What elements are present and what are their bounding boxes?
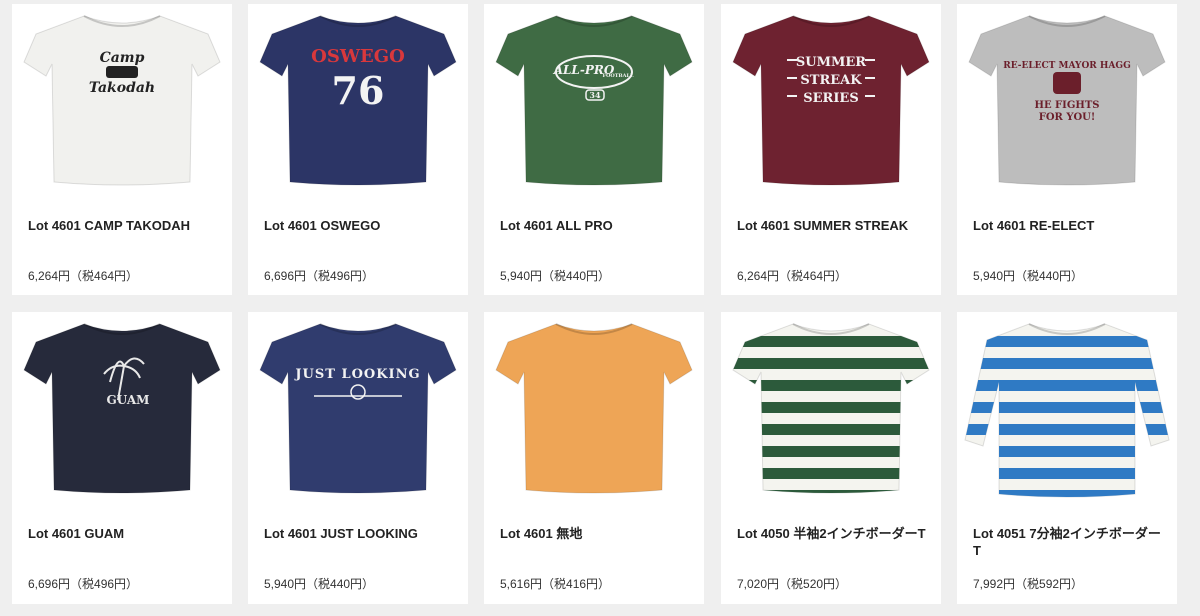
product-image[interactable]: OSWEGO 76: [248, 4, 468, 204]
shirt-graphic-text: SUMMER: [796, 55, 866, 70]
product-title[interactable]: Lot 4050 半袖2インチボーダーT: [737, 525, 931, 542]
product-card[interactable]: RE-ELECT MAYOR HAGG HE FIGHTS FOR YOU! Lot…: [957, 4, 1177, 295]
shirt-graphic-text: FOOTBALL: [602, 73, 634, 79]
shirt-graphic-text: HE FIGHTS: [1035, 100, 1100, 111]
product-title[interactable]: Lot 4601 SUMMER STREAK: [737, 217, 931, 234]
product-image[interactable]: SUMMER STREAK SERIES: [721, 4, 941, 204]
product-title[interactable]: Lot 4051 7分袖2インチボーダーT: [973, 525, 1167, 559]
shirt-body: [259, 323, 457, 494]
tshirt-summer-streak-icon: SUMMER STREAK SERIES: [732, 15, 930, 186]
product-card[interactable]: OSWEGO 76 Lot 4601 OSWEGO 6,696円（税496円）: [248, 4, 468, 295]
product-title[interactable]: Lot 4601 GUAM: [28, 525, 222, 542]
product-title[interactable]: Lot 4601 RE-ELECT: [973, 217, 1167, 234]
shirt-graphic-text: 76: [332, 68, 385, 113]
product-card[interactable]: Camp Takodah Lot 4601 CAMP TAKODAH 6,264円…: [12, 4, 232, 295]
shirt-graphic-text: FOR YOU!: [1039, 112, 1096, 123]
product-image[interactable]: [957, 312, 1177, 512]
tshirt-just-looking-icon: JUST LOOKING: [259, 323, 457, 494]
product-card[interactable]: Lot 4051 7分袖2インチボーダーT 7,992円（税592円）: [957, 312, 1177, 604]
tshirt-plain-icon: [495, 323, 693, 494]
product-card[interactable]: Lot 4050 半袖2インチボーダーT 7,020円（税520円）: [721, 312, 941, 604]
product-price: 7,992円（税592円）: [973, 577, 1084, 591]
product-card[interactable]: SUMMER STREAK SERIES Lot 4601 SUMMER STREA…: [721, 4, 941, 295]
product-image[interactable]: [484, 312, 704, 512]
product-card[interactable]: JUST LOOKING Lot 4601 JUST LOOKING 5,940…: [248, 312, 468, 604]
product-price: 5,940円（税440円）: [264, 577, 375, 591]
shirt-graphic-text: 34: [589, 90, 601, 100]
tshirt-camp-takodah-icon: Camp Takodah: [23, 15, 221, 186]
product-image[interactable]: RE-ELECT MAYOR HAGG HE FIGHTS FOR YOU!: [957, 4, 1177, 204]
shirt-graphic-text: SERIES: [803, 91, 858, 106]
tshirt-stripe-green-icon: [732, 323, 930, 494]
shirt-graphic-text: RE-ELECT MAYOR HAGG: [1003, 61, 1131, 71]
product-price: 5,940円（税440円）: [973, 269, 1084, 283]
product-title[interactable]: Lot 4601 JUST LOOKING: [264, 525, 458, 542]
shirt-graphic-text: STREAK: [800, 73, 862, 88]
shirt-graphic-text: JUST LOOKING: [294, 367, 420, 382]
product-image[interactable]: Camp Takodah: [12, 4, 232, 204]
shirt-graphic-text: OSWEGO: [311, 46, 405, 67]
product-price: 6,264円（税464円）: [737, 269, 848, 283]
tshirt-guam-icon: GUAM: [23, 323, 221, 494]
product-price: 6,696円（税496円）: [28, 577, 139, 591]
product-title[interactable]: Lot 4601 無地: [500, 525, 694, 542]
tshirt-re-elect-icon: RE-ELECT MAYOR HAGG HE FIGHTSFOR YOU!: [968, 15, 1166, 186]
product-title[interactable]: Lot 4601 OSWEGO: [264, 217, 458, 234]
tshirt-all-pro-icon: ALL-PROFOOTBALL34: [495, 15, 693, 186]
product-image[interactable]: [721, 312, 941, 512]
product-price: 7,020円（税520円）: [737, 577, 848, 591]
product-price: 6,264円（税464円）: [28, 269, 139, 283]
product-card[interactable]: Lot 4601 無地 5,616円（税416円）: [484, 312, 704, 604]
product-image[interactable]: JUST LOOKING: [248, 312, 468, 512]
shirt-graphic-text: Camp: [100, 50, 145, 66]
product-grid: Camp Takodah Lot 4601 CAMP TAKODAH 6,264円…: [0, 0, 1200, 616]
shirt-body: [495, 323, 693, 494]
shirt-graphic-text: GUAM: [107, 393, 150, 407]
tshirt-oswego-icon: OSWEGO76: [259, 15, 457, 186]
product-title[interactable]: Lot 4601 ALL PRO: [500, 217, 694, 234]
product-price: 5,616円（税416円）: [500, 577, 611, 591]
product-image[interactable]: GUAM: [12, 312, 232, 512]
product-image[interactable]: ALL-PRO FOOTBALL 34: [484, 4, 704, 204]
shirt-body: [23, 323, 221, 494]
product-card[interactable]: GUAM Lot 4601 GUAM 6,696円（税496円）: [12, 312, 232, 604]
product-title[interactable]: Lot 4601 CAMP TAKODAH: [28, 217, 222, 234]
product-price: 5,940円（税440円）: [500, 269, 611, 283]
shirt-body: [23, 15, 221, 186]
product-card[interactable]: ALL-PRO FOOTBALL 34 Lot 4601 ALL PRO 5,940…: [484, 4, 704, 295]
tshirt-stripe-blue-icon: [964, 323, 1170, 498]
product-price: 6,696円（税496円）: [264, 269, 375, 283]
shirt-graphic-text: Takodah: [89, 80, 155, 96]
